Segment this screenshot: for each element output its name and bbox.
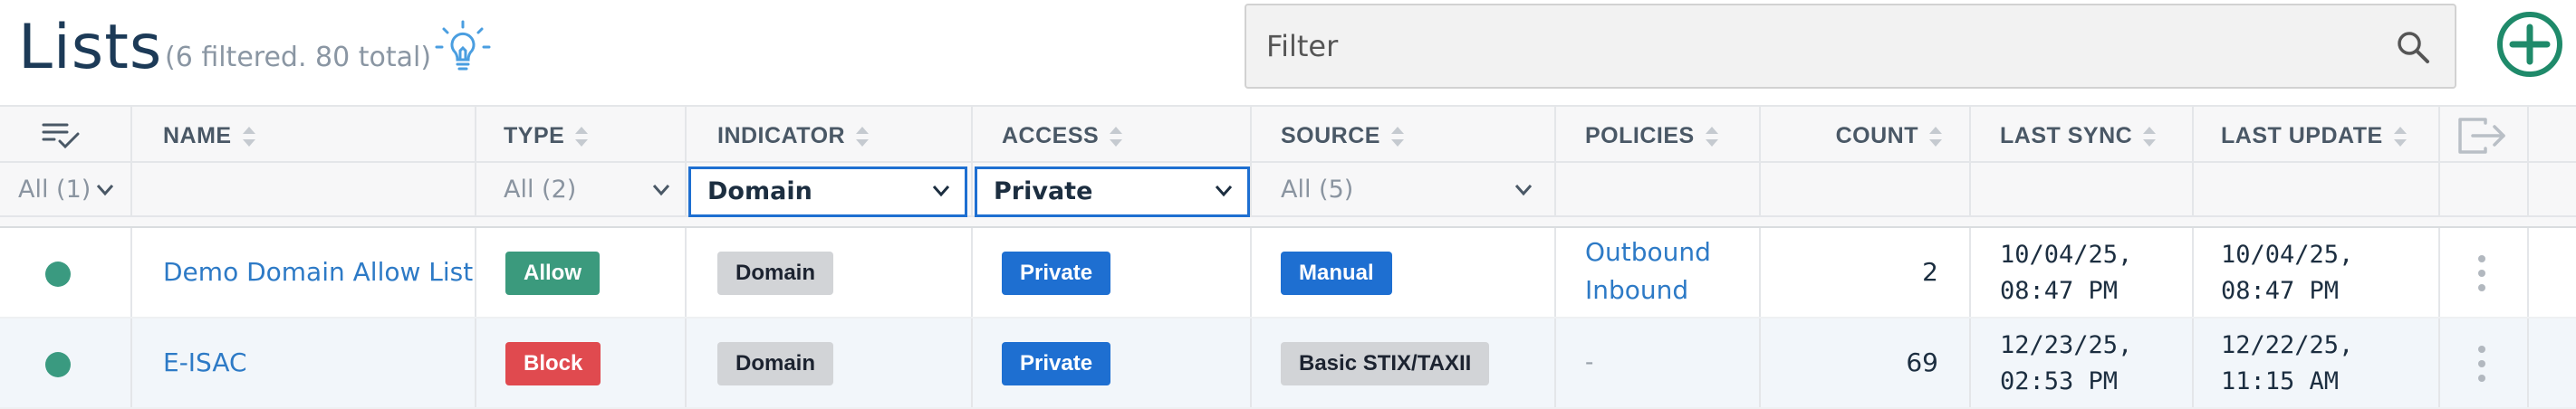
sort-icon[interactable] (1704, 125, 1720, 148)
source-badge: Basic STIX/TAXII (1281, 342, 1490, 385)
column-header-source[interactable]: SOURCE (1252, 107, 1556, 161)
last-sync-value: 12/23/25, 02:53 PM (2000, 331, 2133, 395)
export-icon[interactable] (2458, 118, 2507, 154)
column-header-type[interactable]: TYPE (476, 107, 687, 161)
indicator-badge: Domain (717, 342, 834, 385)
last-sync-value: 10/04/25, 08:47 PM (2000, 241, 2133, 305)
sort-icon[interactable] (573, 125, 590, 148)
chevron-down-icon (1514, 185, 1533, 196)
column-header-last-sync[interactable]: LAST SYNC (1971, 107, 2194, 161)
column-header-name[interactable]: NAME (132, 107, 476, 161)
column-header-actions (2440, 107, 2529, 161)
filter-cell-status: All (1) (0, 163, 132, 215)
page-header: Lists (6 filtered. 80 total) (0, 0, 2576, 105)
lightbulb-icon[interactable] (435, 20, 491, 74)
table-filter-row: All (1) All (2) Domain Private All (5) (0, 163, 2576, 217)
entry-count: 2 (1922, 257, 1938, 287)
indicator-filter-select[interactable]: Domain (688, 166, 967, 217)
type-badge: Block (505, 342, 601, 385)
status-filter-select[interactable]: All (1) (2, 168, 129, 214)
filter-cell-policies (1556, 163, 1761, 215)
sort-icon[interactable] (1389, 125, 1406, 148)
table-row: Demo Domain Allow List Allow Domain Priv… (0, 228, 2576, 319)
add-list-icon[interactable] (2496, 11, 2563, 78)
sort-icon[interactable] (241, 125, 257, 148)
access-filter-select[interactable]: Private (975, 166, 1250, 217)
entry-count: 69 (1906, 347, 1938, 377)
filter-cell-access: Private (973, 163, 1252, 217)
last-update-value: 12/22/25, 11:15 AM (2221, 331, 2354, 395)
page-title: Lists (18, 12, 163, 83)
filter-cell-name (132, 163, 476, 215)
source-badge: Manual (1281, 252, 1392, 295)
policies-empty: - (1585, 347, 1594, 376)
list-name-link[interactable]: E-ISAC (163, 347, 247, 377)
row-menu-icon[interactable] (2471, 252, 2493, 295)
chevron-down-icon (1215, 185, 1233, 197)
indicator-badge: Domain (717, 252, 834, 295)
filter-cell-indicator: Domain (687, 163, 973, 217)
status-indicator (45, 262, 71, 287)
chevron-down-icon (96, 185, 114, 196)
policy-link-outbound[interactable]: Outbound (1585, 237, 1711, 267)
sort-icon[interactable] (1108, 125, 1124, 148)
filter-cell-last-update (2194, 163, 2440, 215)
source-filter-select[interactable]: All (5) (1264, 168, 1547, 214)
column-header-last-update[interactable]: LAST UPDATE (2194, 107, 2440, 161)
access-badge: Private (1002, 342, 1111, 385)
filter-cell-count (1761, 163, 1971, 215)
filter-cell-last-sync (1971, 163, 2194, 215)
sort-icon[interactable] (2141, 125, 2158, 148)
column-header-access[interactable]: ACCESS (973, 107, 1252, 161)
status-indicator (45, 352, 71, 377)
sort-icon[interactable] (1927, 125, 1944, 148)
column-header-indicator[interactable]: INDICATOR (687, 107, 973, 161)
sort-icon[interactable] (854, 125, 870, 148)
type-badge: Allow (505, 252, 600, 295)
type-filter-select[interactable]: All (2) (487, 168, 685, 214)
column-header-count[interactable]: COUNT (1761, 107, 1971, 161)
sort-icon[interactable] (2392, 125, 2408, 148)
last-update-value: 10/04/25, 08:47 PM (2221, 241, 2354, 305)
column-select-cell (0, 107, 132, 161)
column-chooser-icon[interactable] (42, 121, 80, 150)
table-row: E-ISAC Block Domain Private Basic STIX/T… (0, 319, 2576, 409)
filter-cell-actions (2440, 163, 2529, 215)
table-header-row: NAME TYPE INDICATOR ACCESS SOURCE POLICI… (0, 105, 2576, 163)
list-count-summary: (6 filtered. 80 total) (165, 42, 432, 73)
lists-table: NAME TYPE INDICATOR ACCESS SOURCE POLICI… (0, 105, 2576, 409)
filter-field (1245, 4, 2456, 89)
row-menu-icon[interactable] (2471, 342, 2493, 385)
search-icon[interactable] (2395, 29, 2431, 65)
filter-input[interactable] (1266, 5, 2353, 87)
chevron-down-icon (652, 185, 670, 196)
table-header-divider (0, 217, 2576, 228)
column-header-policies[interactable]: POLICIES (1556, 107, 1761, 161)
filter-cell-type: All (2) (476, 163, 687, 215)
filter-cell-source: All (5) (1252, 163, 1556, 215)
chevron-down-icon (932, 185, 950, 197)
access-badge: Private (1002, 252, 1111, 295)
policy-link-inbound[interactable]: Inbound (1585, 275, 1688, 305)
list-name-link[interactable]: Demo Domain Allow List (163, 257, 473, 287)
